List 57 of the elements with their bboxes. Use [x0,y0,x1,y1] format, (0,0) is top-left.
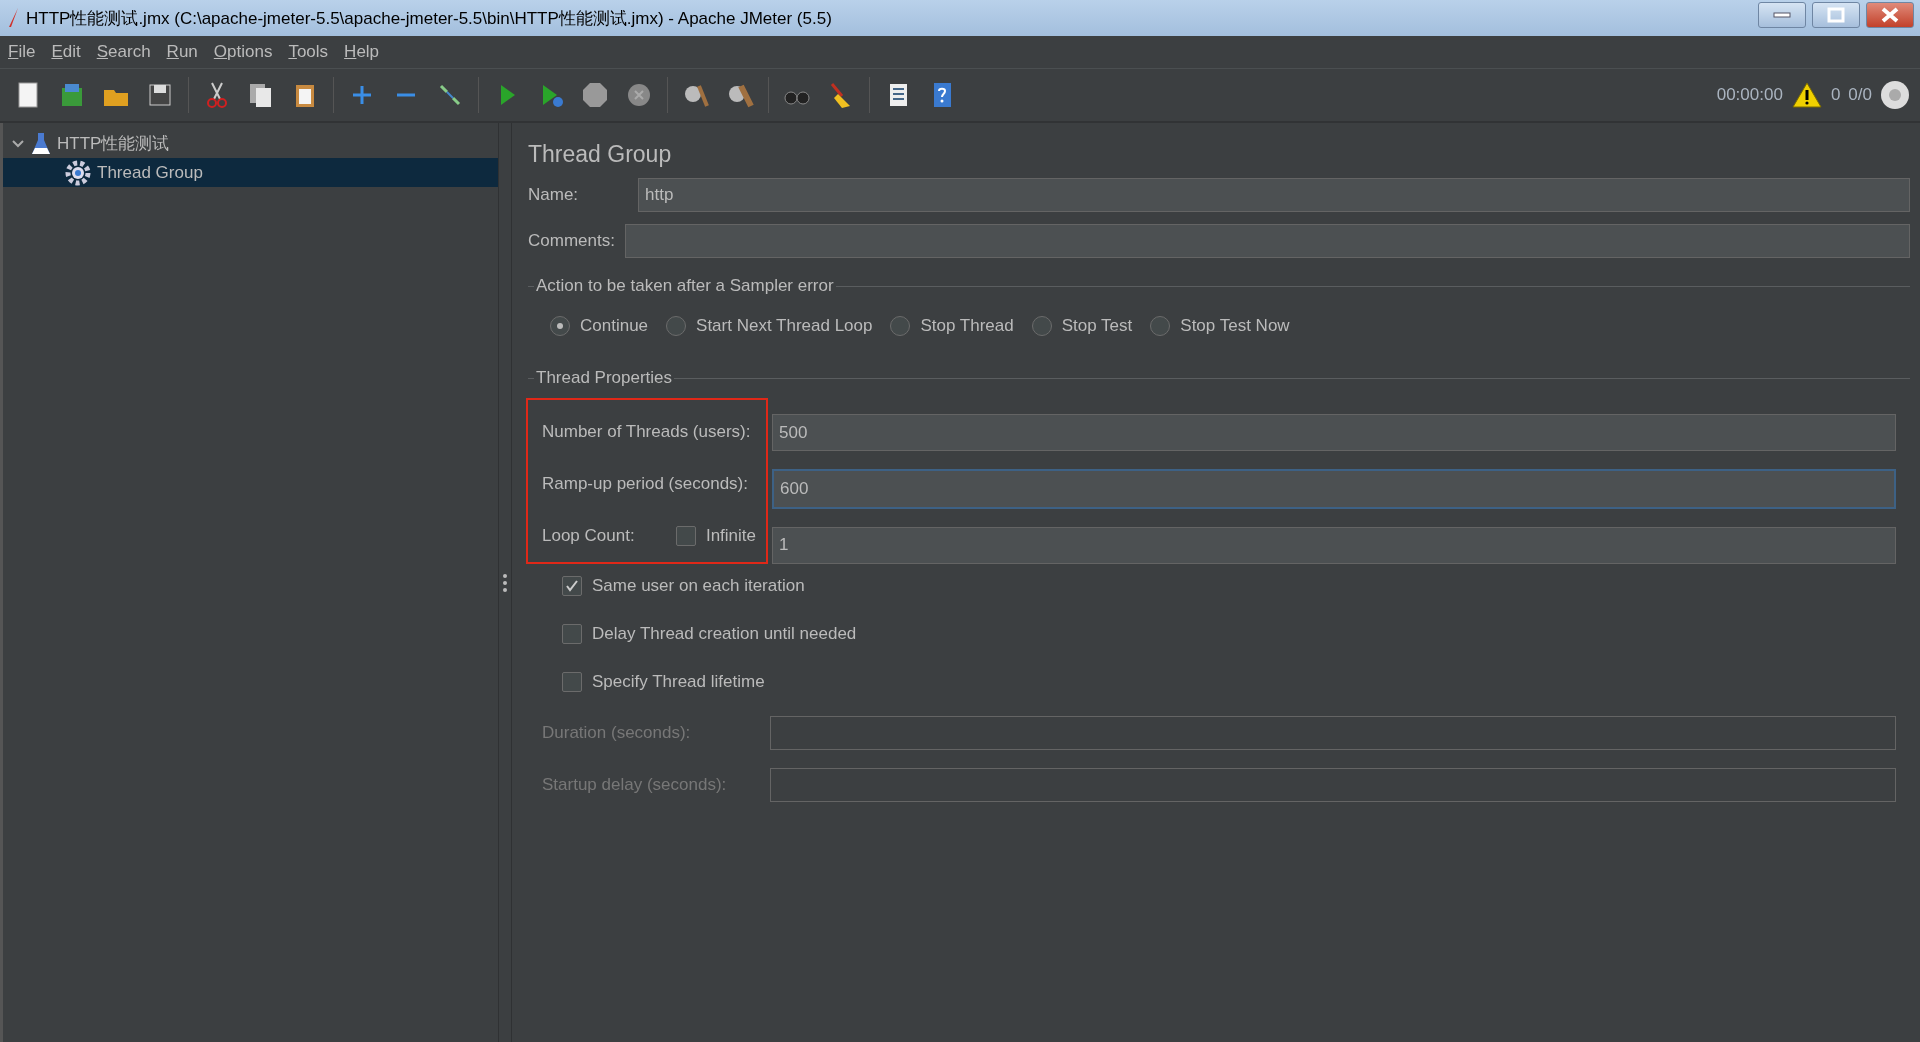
panel-title: Thread Group [528,141,673,168]
thread-count: 0/0 [1848,85,1872,105]
checkbox[interactable] [562,624,582,644]
checkbox-label: Same user on each iteration [592,576,805,596]
name-field[interactable]: http [638,178,1910,212]
splitter-handle[interactable] [498,123,512,1042]
field-label: Number of Threads (users): [542,422,751,442]
radio-label: Start Next Thread Loop [696,316,873,336]
close-button[interactable] [1866,2,1914,28]
flask-icon [31,131,51,156]
radio-button[interactable] [1150,316,1171,336]
radio-button[interactable] [550,316,570,336]
elapsed-time: 00:00:00 [1716,85,1783,105]
field-label: Name: [528,185,580,205]
radio-button[interactable] [1031,316,1052,336]
warning-icon [1790,81,1823,109]
number-field[interactable]: 500 [772,414,1896,452]
number-field[interactable]: 600 [772,469,1896,509]
field-label: Ramp-up period (seconds): [542,474,748,494]
menu-item[interactable]: Help [340,40,388,64]
radio-label: Stop Thread [920,316,1014,336]
minimize-icon [1773,12,1791,18]
field-label: Duration (seconds): [542,723,692,743]
menu-item[interactable]: Run [162,40,206,64]
radio-label: Continue [580,316,649,336]
window-title: HTTP性能测试.jmx (C:\apache-jmeter-5.5\apache-jmeter-5.5\bin\HTTP性能测试.jmx) - Apache JMeter (5.5) [26,7,833,30]
minimize-button[interactable] [1758,2,1806,28]
comments-field[interactable] [624,224,1910,258]
radio-label: Stop Test [1061,316,1133,336]
gear-icon [65,159,91,186]
checkbox[interactable] [562,576,582,596]
radio-button[interactable] [890,316,911,336]
close-icon [1881,7,1899,23]
menu-item[interactable]: Edit [47,40,89,64]
group-title: Thread Properties [535,368,674,388]
checkbox-label: Infinite [705,526,756,546]
checkbox-label: Delay Thread creation until needed [592,624,857,644]
group-title: Action to be taken after a Sampler error [535,276,835,296]
checkbox-label: Specify Thread lifetime [592,672,765,692]
menu-item[interactable]: File [4,40,44,64]
tree-item[interactable]: Thread Group [3,158,498,187]
maximize-button[interactable] [1812,2,1860,28]
number-field[interactable]: 1 [772,526,1896,564]
menu-item[interactable]: Options [209,40,281,64]
field-label: Comments: [528,231,615,251]
field-label: Startup delay (seconds): [542,775,728,795]
maximize-icon [1827,7,1845,23]
tree-item[interactable]: HTTP性能测试 [3,129,498,158]
checkbox[interactable] [562,672,582,692]
menu-item[interactable]: Tools [284,40,337,64]
menu-item[interactable]: Search [92,40,159,64]
checkbox[interactable] [675,526,696,546]
radio-button[interactable] [666,316,687,336]
radio-label: Stop Test Now [1180,316,1290,336]
field-label: Loop Count: [542,526,635,546]
warning-count: 0 [1830,85,1841,105]
status-indicator-icon [1880,80,1910,110]
